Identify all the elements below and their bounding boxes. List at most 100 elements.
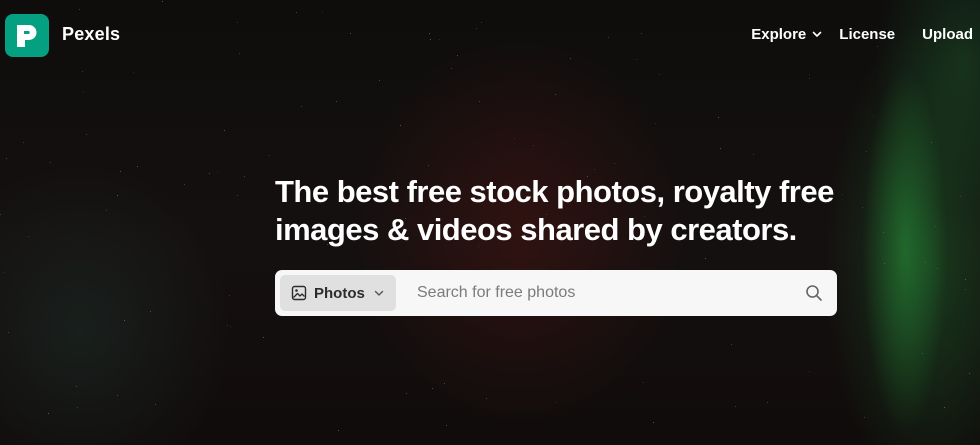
star [731, 344, 732, 345]
star [379, 80, 380, 81]
star [922, 353, 923, 354]
star [432, 388, 433, 389]
star [217, 171, 218, 172]
star [457, 55, 458, 56]
star [969, 373, 970, 374]
star [753, 154, 754, 155]
star [636, 59, 637, 60]
star [237, 22, 238, 23]
star [925, 262, 926, 263]
star [430, 39, 431, 40]
star [965, 289, 966, 290]
star [79, 9, 80, 10]
star [224, 130, 225, 131]
star [269, 155, 270, 156]
star [444, 383, 445, 384]
nav-license-label: License [839, 26, 896, 43]
star [570, 58, 571, 59]
nav-explore-label: Explore [751, 26, 807, 43]
star [83, 92, 84, 93]
star [809, 78, 810, 79]
star [608, 37, 609, 38]
star [400, 125, 401, 126]
search-type-label: Photos [314, 284, 365, 302]
star [809, 371, 810, 372]
star [720, 148, 721, 149]
image-icon [291, 285, 307, 301]
search-bar: Photos [275, 270, 837, 316]
star [653, 422, 654, 423]
star [117, 195, 118, 196]
star [301, 106, 302, 107]
star [555, 94, 556, 95]
star [446, 425, 447, 426]
star [244, 176, 245, 177]
star [655, 123, 656, 124]
star [28, 236, 29, 237]
brand-name[interactable]: Pexels [62, 24, 120, 45]
hero-headline-line-2: images & videos shared by creators. [275, 212, 797, 247]
star [106, 210, 107, 211]
star [230, 326, 231, 327]
star [263, 337, 264, 338]
star [124, 320, 125, 321]
star [209, 173, 210, 174]
hero-headline-line-1: The best free stock photos, royalty free [275, 174, 834, 209]
star [184, 184, 185, 185]
star [322, 12, 323, 13]
star [641, 33, 642, 34]
star [884, 263, 885, 264]
star [555, 402, 556, 403]
star [162, 1, 163, 2]
search-icon[interactable] [791, 270, 837, 316]
star [937, 268, 938, 269]
star [705, 258, 706, 259]
star [479, 101, 480, 102]
star [82, 71, 83, 72]
nav-explore[interactable]: Explore [751, 26, 822, 43]
star [643, 382, 644, 383]
star [428, 165, 429, 166]
star [239, 53, 240, 54]
star [594, 169, 595, 170]
star [0, 214, 1, 215]
nav-upload[interactable]: Upload [922, 26, 973, 43]
star [3, 272, 4, 273]
star [86, 134, 87, 135]
star [877, 46, 878, 47]
star [935, 226, 936, 227]
star [451, 68, 452, 69]
star [809, 74, 810, 75]
star [659, 74, 660, 75]
star [960, 196, 961, 197]
star [429, 33, 430, 34]
top-nav: Explore License Upload [751, 26, 973, 43]
nav-license[interactable]: License [839, 26, 895, 43]
star [931, 142, 932, 143]
star [514, 138, 515, 139]
star [133, 72, 134, 73]
star [350, 33, 351, 34]
star [486, 398, 487, 399]
star [23, 142, 24, 143]
star [120, 171, 121, 172]
star [718, 117, 719, 118]
star [406, 393, 407, 394]
star [50, 162, 51, 163]
chevron-down-icon [812, 31, 822, 38]
star [150, 311, 151, 312]
star [137, 166, 138, 167]
star [439, 39, 440, 40]
search-type-dropdown[interactable]: Photos [280, 275, 396, 311]
pexels-logo-icon[interactable] [5, 14, 49, 57]
star [296, 12, 297, 13]
hero-headline: The best free stock photos, royalty free… [275, 173, 875, 249]
star [6, 158, 7, 159]
star [735, 406, 736, 407]
star [614, 163, 615, 164]
star [481, 22, 482, 23]
search-input[interactable] [396, 270, 791, 316]
star [873, 116, 874, 117]
star [866, 151, 867, 152]
star [76, 386, 77, 387]
